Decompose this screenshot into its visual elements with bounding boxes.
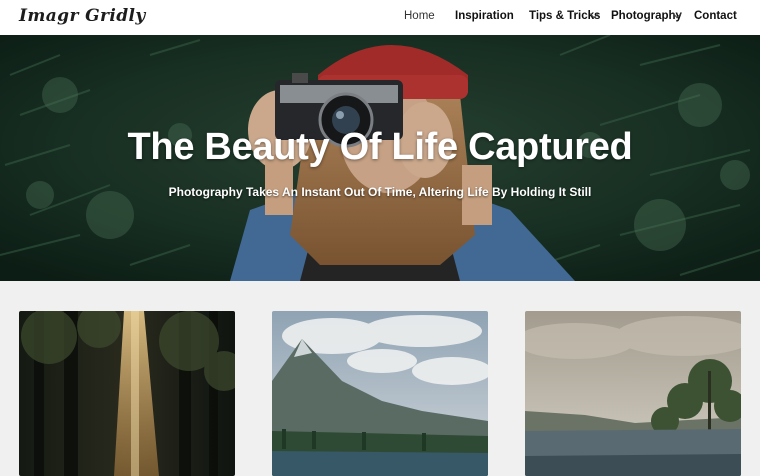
nav-home[interactable]: Home xyxy=(404,10,435,22)
nav-contact[interactable]: Contact xyxy=(694,10,737,22)
site-logo[interactable]: Imagr Gridly xyxy=(19,6,146,26)
site-header: Imagr Gridly Home Inspiration Tips & Tri… xyxy=(0,0,760,35)
nav-tips-tricks[interactable]: Tips & Tricks xyxy=(529,10,600,22)
hero-subtitle: Photography Takes An Instant Out Of Time… xyxy=(168,185,592,199)
post-card-1[interactable] xyxy=(19,311,235,476)
nav-photography[interactable]: Photography xyxy=(611,10,682,22)
mountain-lake-photo xyxy=(272,311,488,476)
hero-banner: The Beauty Of Life Captured Photography … xyxy=(0,35,760,281)
post-card-3[interactable] xyxy=(525,311,741,476)
post-card-2[interactable] xyxy=(272,311,488,476)
nav-inspiration[interactable]: Inspiration xyxy=(455,10,514,22)
forest-light-photo xyxy=(19,311,235,476)
river-trees-photo xyxy=(525,311,741,476)
hero-title: The Beauty Of Life Captured xyxy=(127,126,633,168)
